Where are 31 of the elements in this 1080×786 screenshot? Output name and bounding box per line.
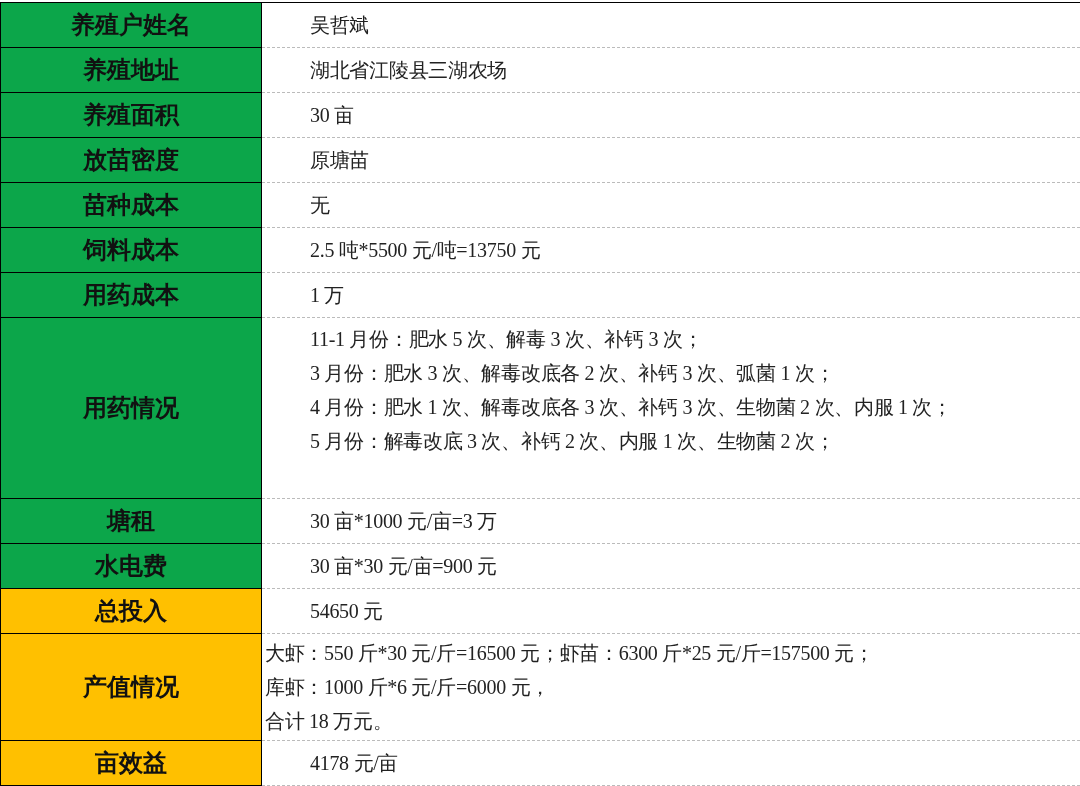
row-header: 塘租 <box>0 499 262 544</box>
table-cell-text: 30 亩*1000 元/亩=3 万 <box>310 509 498 534</box>
table-cell-text: 大虾：550 斤*30 元/斤=16500 元；虾苗：6300 斤*25 元/斤=157500 元； <box>265 641 875 666</box>
row-header: 饲料成本 <box>0 228 262 273</box>
table-cell-text: 4 月份：肥水 1 次、解毒改底各 3 次、补钙 3 次、生物菌 2 次、内服 1 次； <box>310 395 953 420</box>
row-header: 用药成本 <box>0 273 262 318</box>
table-cell-text: 无 <box>310 193 331 218</box>
table-cell-text: 吴哲斌 <box>310 13 371 38</box>
row-header: 养殖地址 <box>0 48 262 93</box>
table-cell-text: 湖北省江陵县三湖农场 <box>310 58 508 83</box>
table-cell-text: 合计 18 万元。 <box>265 709 394 734</box>
table-cell-text: 2.5 吨*5500 元/吨=13750 元 <box>310 238 542 263</box>
row-header: 用药情况 <box>0 318 262 499</box>
row-header: 总投入 <box>0 589 262 634</box>
table-cell-text: 4178 元/亩 <box>310 751 400 776</box>
row-header: 水电费 <box>0 544 262 589</box>
table-cell-text: 库虾：1000 斤*6 元/斤=6000 元， <box>265 675 551 700</box>
table-cell-text: 11-1 月份：肥水 5 次、解毒 3 次、补钙 3 次； <box>310 327 704 352</box>
table-cell-text: 原塘苗 <box>310 148 371 173</box>
table-cell-text: 5 月份：解毒改底 3 次、补钙 2 次、内服 1 次、生物菌 2 次； <box>310 429 836 454</box>
row-header: 养殖面积 <box>0 93 262 138</box>
table-cell-text: 30 亩*30 元/亩=900 元 <box>310 554 498 579</box>
table-cell-text: 1 万 <box>310 283 346 308</box>
row-header: 放苗密度 <box>0 138 262 183</box>
row-header: 亩效益 <box>0 741 262 786</box>
row-header: 养殖户姓名 <box>0 3 262 48</box>
table-cell-text: 54650 元 <box>310 599 384 624</box>
table-cell-text: 3 月份：肥水 3 次、解毒改底各 2 次、补钙 3 次、弧菌 1 次； <box>310 361 836 386</box>
table-cell-text: 30 亩 <box>310 103 355 128</box>
row-header: 产值情况 <box>0 634 262 741</box>
row-header: 苗种成本 <box>0 183 262 228</box>
